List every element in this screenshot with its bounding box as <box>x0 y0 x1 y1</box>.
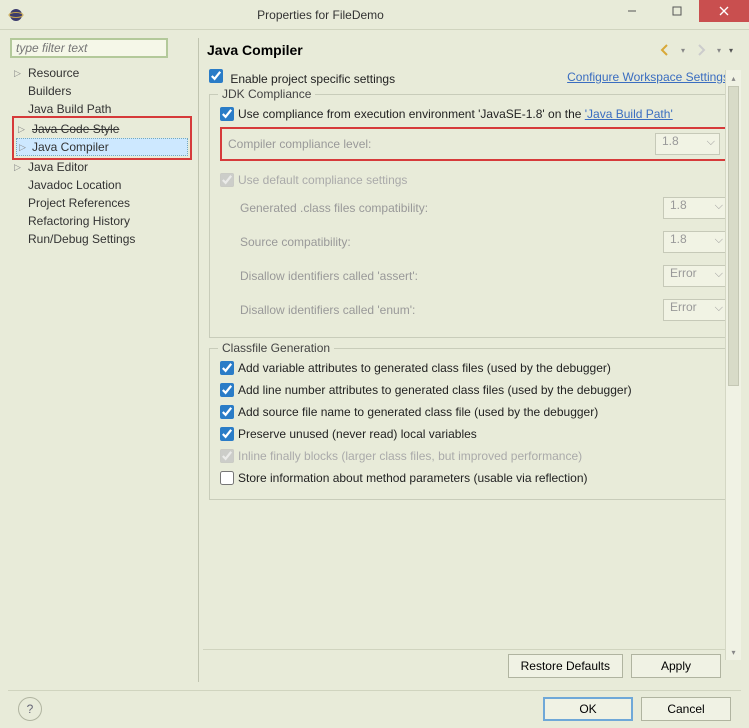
menu-dropdown-icon[interactable]: ▾ <box>729 46 733 55</box>
sidebar-item-label: Java Code Style <box>32 122 119 136</box>
sidebar-highlight: Java Code Style Java Compiler <box>12 116 192 160</box>
enable-project-label: Enable project specific settings <box>230 72 395 86</box>
eclipse-icon <box>8 7 24 23</box>
sidebar-item-java-compiler[interactable]: Java Compiler <box>16 138 188 156</box>
close-button[interactable] <box>699 0 749 22</box>
add-var-attrs-label: Add variable attributes to generated cla… <box>238 361 611 375</box>
sidebar-item-label: Java Editor <box>28 160 88 174</box>
sidebar-item-label: Java Build Path <box>28 102 111 116</box>
preserve-unused-checkbox[interactable] <box>220 427 234 441</box>
jdk-compliance-group: JDK Compliance Use compliance from execu… <box>209 94 739 338</box>
dialog-footer: ? OK Cancel <box>8 690 741 720</box>
sidebar-item-build-path[interactable]: Java Build Path <box>12 100 192 118</box>
minimize-button[interactable] <box>609 0 654 22</box>
sidebar-item-java-editor[interactable]: Java Editor <box>12 158 192 176</box>
sidebar-item-refactoring[interactable]: Refactoring History <box>12 212 192 230</box>
use-default-label: Use default compliance settings <box>238 173 407 187</box>
panel-body: Enable project specific settings Configu… <box>203 66 741 649</box>
add-line-attrs-checkbox[interactable] <box>220 383 234 397</box>
sidebar-item-label: Run/Debug Settings <box>28 232 135 246</box>
scroll-thumb[interactable] <box>728 86 739 386</box>
compliance-level-highlight: Compiler compliance level: 1.8 <box>220 127 728 161</box>
ok-button[interactable]: OK <box>543 697 633 721</box>
configure-workspace-link[interactable]: Configure Workspace Settings... <box>567 70 739 84</box>
preserve-unused-label: Preserve unused (never read) local varia… <box>238 427 477 441</box>
sidebar-item-label: Refactoring History <box>28 214 130 228</box>
store-method-params-label: Store information about method parameter… <box>238 471 588 485</box>
forward-dropdown-icon[interactable]: ▾ <box>717 46 721 55</box>
sidebar-item-label: Resource <box>28 66 79 80</box>
forward-arrow-icon[interactable] <box>693 42 709 58</box>
build-path-link[interactable]: 'Java Build Path' <box>585 107 673 121</box>
compliance-level-select[interactable]: 1.8 <box>655 133 720 155</box>
cancel-button[interactable]: Cancel <box>641 697 731 721</box>
sidebar-item-builders[interactable]: Builders <box>12 82 192 100</box>
help-button[interactable]: ? <box>18 697 42 721</box>
generated-compat-label: Generated .class files compatibility: <box>240 201 428 215</box>
classfile-title: Classfile Generation <box>218 341 334 355</box>
filter-input[interactable] <box>10 38 168 58</box>
titlebar: Properties for FileDemo <box>0 0 749 30</box>
panel-actions: Restore Defaults Apply <box>203 649 741 682</box>
sidebar-item-project-refs[interactable]: Project References <box>12 194 192 212</box>
panel-header: Java Compiler ▾ ▾ ▾ <box>203 38 741 66</box>
classfile-group: Classfile Generation Add variable attrib… <box>209 348 739 500</box>
store-method-params-checkbox[interactable] <box>220 471 234 485</box>
disallow-assert-label: Disallow identifiers called 'assert': <box>240 269 418 283</box>
add-source-file-checkbox[interactable] <box>220 405 234 419</box>
source-compat-select: 1.8 <box>663 231 728 253</box>
use-env-label: Use compliance from execution environmen… <box>238 107 673 121</box>
scrollbar[interactable]: ▴ ▾ <box>725 70 741 660</box>
nav-arrows: ▾ ▾ ▾ <box>657 42 733 58</box>
window-controls <box>609 0 749 29</box>
compliance-level-label: Compiler compliance level: <box>228 137 371 151</box>
back-arrow-icon[interactable] <box>657 42 673 58</box>
panel-title: Java Compiler <box>207 42 657 58</box>
enable-project-checkbox[interactable] <box>209 69 223 83</box>
jdk-compliance-title: JDK Compliance <box>218 87 315 101</box>
restore-defaults-button[interactable]: Restore Defaults <box>508 654 623 678</box>
inline-finally-checkbox <box>220 449 234 463</box>
maximize-button[interactable] <box>654 0 699 22</box>
generated-compat-select: 1.8 <box>663 197 728 219</box>
add-source-file-label: Add source file name to generated class … <box>238 405 598 419</box>
apply-button[interactable]: Apply <box>631 654 721 678</box>
scroll-up-icon[interactable]: ▴ <box>726 70 741 86</box>
sidebar-item-run-debug[interactable]: Run/Debug Settings <box>12 230 192 248</box>
sidebar-item-label: Javadoc Location <box>28 178 121 192</box>
source-compat-label: Source compatibility: <box>240 235 351 249</box>
add-var-attrs-checkbox[interactable] <box>220 361 234 375</box>
sidebar-item-label: Project References <box>28 196 130 210</box>
sidebar: Resource Builders Java Build Path Java C… <box>8 38 198 682</box>
use-default-checkbox <box>220 173 234 187</box>
add-line-attrs-label: Add line number attributes to generated … <box>238 383 632 397</box>
scroll-down-icon[interactable]: ▾ <box>726 644 741 660</box>
sidebar-item-javadoc[interactable]: Javadoc Location <box>12 176 192 194</box>
main-panel: Java Compiler ▾ ▾ ▾ Enable project speci… <box>198 38 741 682</box>
sidebar-item-label: Builders <box>28 84 71 98</box>
sidebar-item-label: Java Compiler <box>32 140 109 154</box>
use-env-checkbox[interactable] <box>220 107 234 121</box>
sidebar-item-resource[interactable]: Resource <box>12 64 192 82</box>
inline-finally-label: Inline finally blocks (larger class file… <box>238 449 582 463</box>
window-title: Properties for FileDemo <box>32 8 609 22</box>
disallow-enum-label: Disallow identifiers called 'enum': <box>240 303 415 317</box>
sidebar-tree: Resource Builders Java Build Path Java C… <box>8 64 192 248</box>
sidebar-item-code-style[interactable]: Java Code Style <box>16 120 188 138</box>
disallow-enum-select: Error <box>663 299 728 321</box>
back-dropdown-icon[interactable]: ▾ <box>681 46 685 55</box>
disallow-assert-select: Error <box>663 265 728 287</box>
